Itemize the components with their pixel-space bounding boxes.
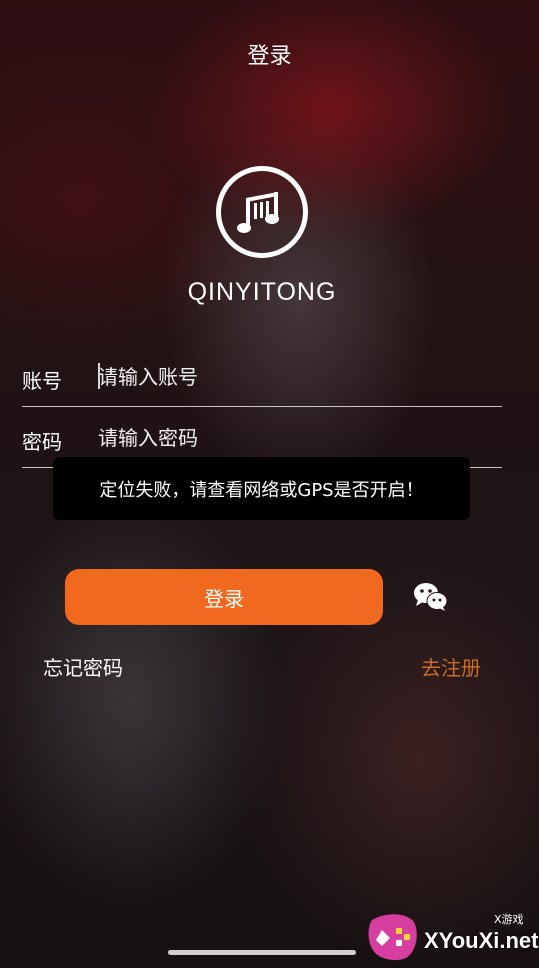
login-button[interactable]: 登录 xyxy=(65,569,383,625)
password-label: 密码 xyxy=(22,430,62,454)
watermark: X游戏 XYouXi.net xyxy=(366,908,539,964)
brand-name: QINYITONG xyxy=(187,278,337,306)
register-link[interactable]: 去注册 xyxy=(421,652,481,681)
page-title: 登录 xyxy=(247,44,292,69)
account-label: 账号 xyxy=(22,369,62,393)
password-input[interactable] xyxy=(98,418,488,458)
wechat-icon[interactable] xyxy=(412,580,448,612)
toast-message: 定位失败，请查看网络或GPS是否开启！ xyxy=(53,457,470,520)
watermark-site-text: XYouXi.net xyxy=(424,928,539,953)
gamepad-logo-icon xyxy=(368,914,417,961)
home-indicator[interactable] xyxy=(168,950,356,955)
account-field: 账号 xyxy=(22,347,502,407)
account-input[interactable] xyxy=(98,357,488,397)
text-caret xyxy=(98,363,100,389)
watermark-small-text: X游戏 xyxy=(494,913,524,926)
forgot-password-link[interactable]: 忘记密码 xyxy=(43,652,123,681)
music-note-icon xyxy=(216,166,308,258)
